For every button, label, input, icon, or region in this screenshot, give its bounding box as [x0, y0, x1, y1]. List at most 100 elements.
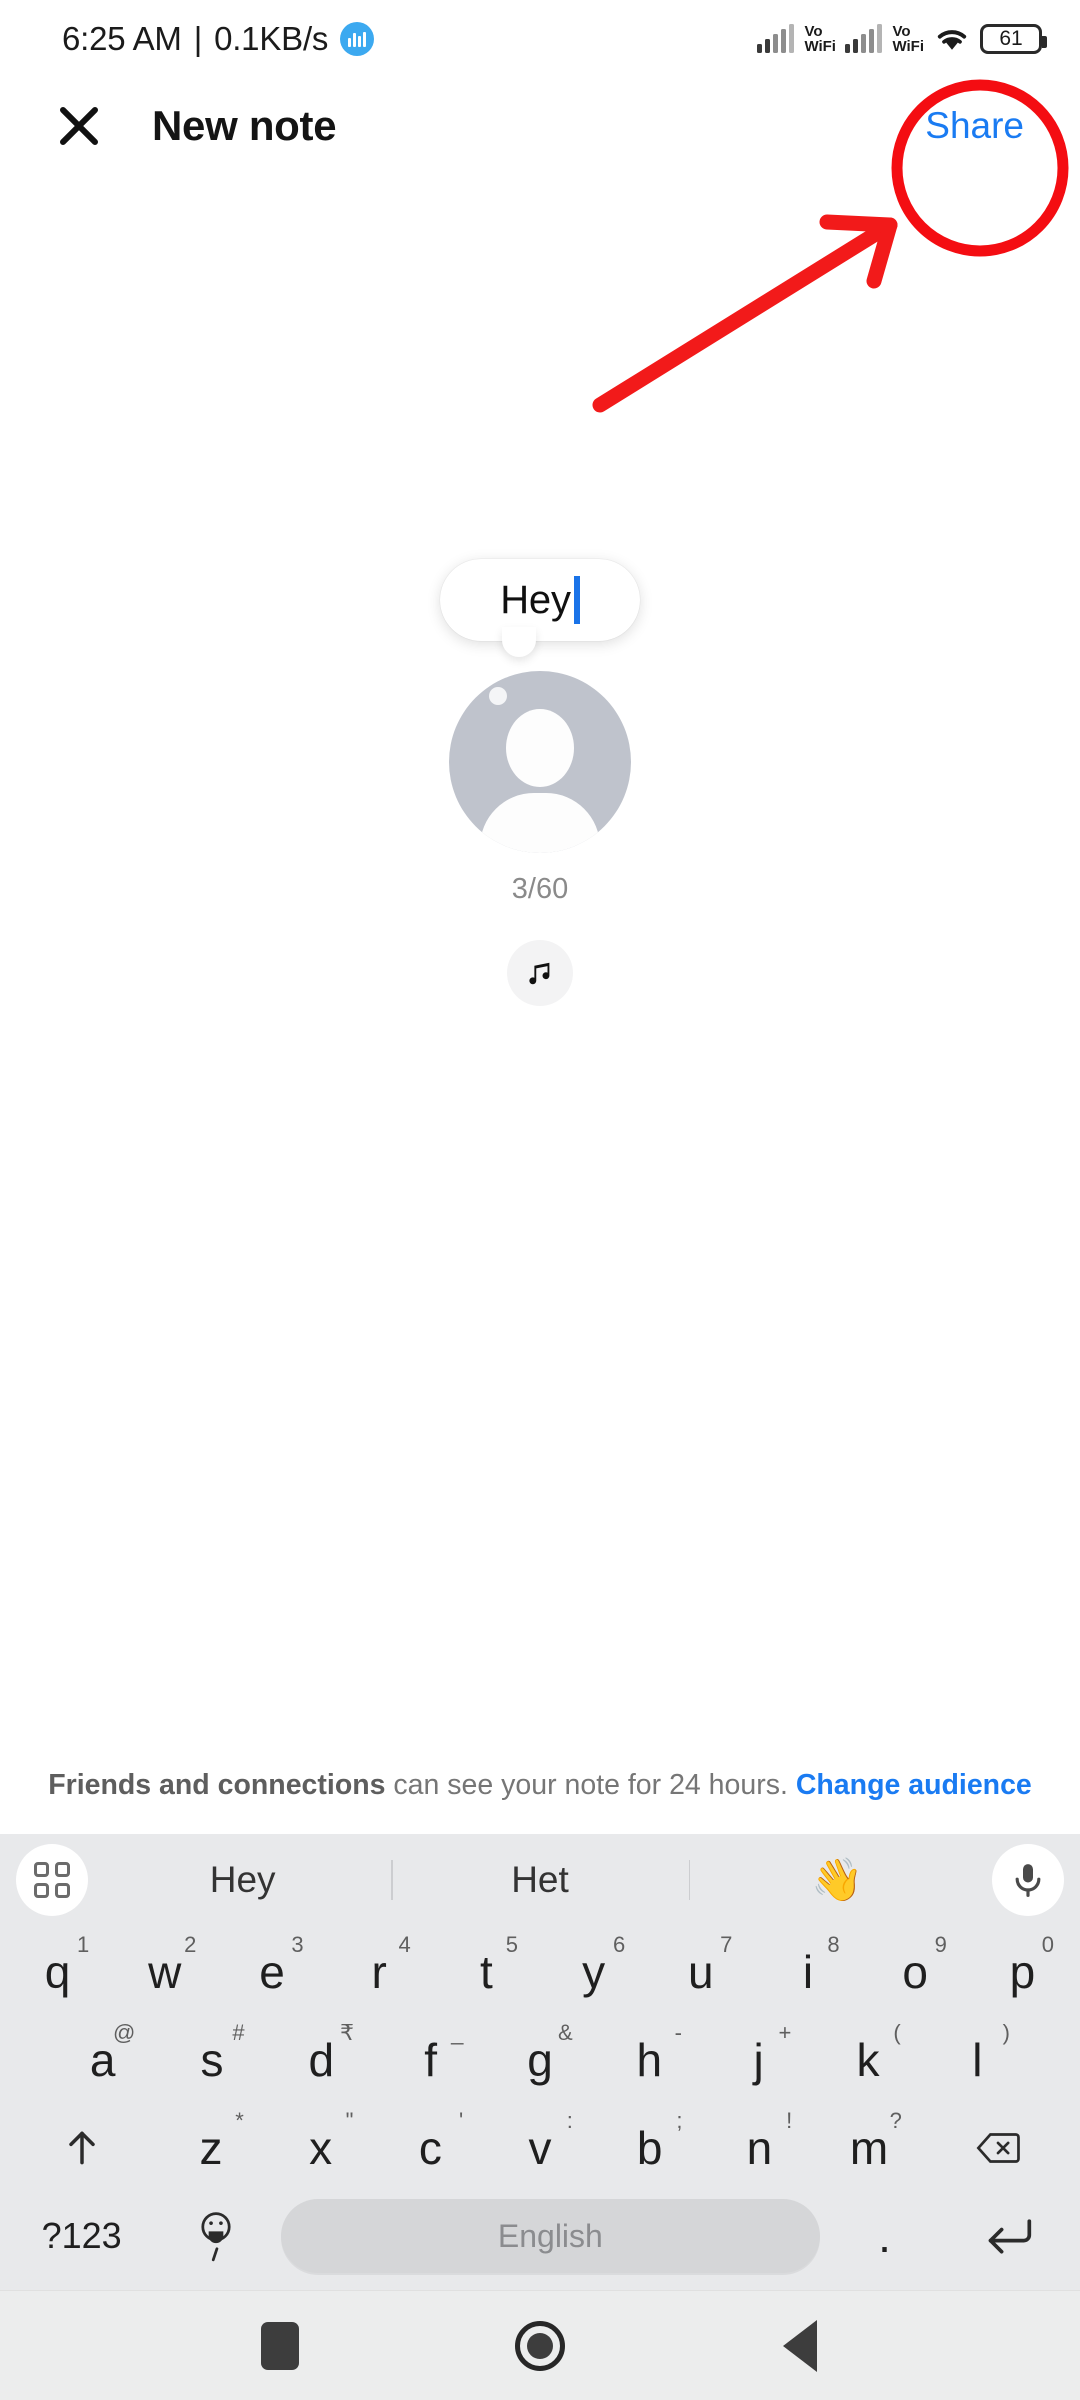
- change-audience-link[interactable]: Change audience: [796, 1769, 1032, 1801]
- enter-return-icon[interactable]: [941, 2192, 1076, 2280]
- key-alt-k: (: [893, 2020, 901, 2045]
- key-main-s: s: [200, 2034, 224, 2086]
- key-x[interactable]: " x: [266, 2104, 376, 2192]
- status-data-rate: 0.1KB/s: [214, 20, 329, 57]
- key-main-c: c: [418, 2122, 442, 2174]
- key-main-b: b: [636, 2122, 663, 2174]
- status-bar-right: Vo WiFi Vo WiFi 61: [756, 24, 1047, 54]
- key-h[interactable]: -h: [595, 2016, 704, 2104]
- key-alt-f: _: [451, 2020, 464, 2045]
- audience-description: can see your note for 24 hours.: [385, 1769, 796, 1801]
- key-alt-m: ?: [889, 2108, 902, 2133]
- backspace-icon[interactable]: [924, 2104, 1072, 2192]
- avatar-head: [506, 709, 574, 787]
- close-icon[interactable]: [52, 99, 106, 153]
- app-header: New note Share: [0, 78, 1080, 174]
- key-main-e: e: [259, 1946, 285, 1998]
- key-v[interactable]: :v: [485, 2104, 595, 2192]
- key-alt-d: ₹: [340, 2020, 354, 2045]
- suggestion-item-0[interactable]: Hey: [94, 1834, 391, 1926]
- key-main-f: f: [424, 2034, 438, 2086]
- note-input-bubble[interactable]: Hey: [440, 559, 640, 657]
- symbols-key[interactable]: ?123: [4, 2192, 159, 2280]
- key-main-p: p: [1009, 1946, 1036, 1998]
- home-circle-icon[interactable]: [495, 2301, 585, 2391]
- key-j[interactable]: + j: [704, 2016, 813, 2104]
- note-text: Hey: [500, 577, 571, 622]
- key-main-z: z: [199, 2122, 223, 2174]
- key-l[interactable]: ) l: [923, 2016, 1032, 2104]
- vowifi-line2-b: WiFi: [892, 38, 924, 55]
- key-q[interactable]: 1q: [4, 1928, 111, 2016]
- key-s[interactable]: # s: [157, 2016, 266, 2104]
- key-main-l: l: [972, 2034, 983, 2086]
- cellular-signal-icon: [756, 24, 795, 53]
- period-key-label: .: [878, 2210, 891, 2262]
- share-button[interactable]: Share: [915, 99, 1034, 153]
- key-alt-h: -: [674, 2020, 682, 2045]
- key-main-n: n: [746, 2122, 773, 2174]
- key-alt-e: 3: [291, 1932, 304, 1957]
- suggestion-item-1[interactable]: Het: [391, 1834, 688, 1926]
- key-a[interactable]: @ a: [48, 2016, 157, 2104]
- system-navigation-bar: [0, 2290, 1080, 2400]
- key-e[interactable]: 3e: [218, 1928, 325, 2016]
- key-alt-l: ): [1002, 2020, 1010, 2045]
- key-main-d: d: [308, 2034, 335, 2086]
- back-triangle-icon[interactable]: [755, 2301, 845, 2391]
- key-y[interactable]: 6y: [540, 1928, 647, 2016]
- text-caret: [573, 576, 580, 624]
- key-m[interactable]: ? m: [814, 2104, 924, 2192]
- key-w[interactable]: 2w: [111, 1928, 218, 2016]
- key-o[interactable]: 9o: [862, 1928, 969, 2016]
- suggestion-list: Hey Het 👋: [88, 1834, 992, 1926]
- key-alt-z: *: [235, 2108, 244, 2133]
- key-c[interactable]: ' c: [375, 2104, 485, 2192]
- key-main-g: g: [527, 2034, 553, 2086]
- key-r[interactable]: 4r: [326, 1928, 433, 2016]
- on-screen-keyboard: Hey Het 👋 1q 2w 3e 4r 5t 6y 7u 8i 9o 0p: [0, 1834, 1080, 2290]
- vowifi-label-1: Vo WiFi: [804, 24, 836, 54]
- status-bar-left: 6:25 AM | 0.1KB/s: [62, 20, 375, 58]
- shift-arrow-icon[interactable]: [8, 2104, 156, 2192]
- emoji-smiley-icon[interactable]: [159, 2192, 273, 2280]
- avatar-body: [480, 793, 600, 853]
- default-avatar-icon: [449, 671, 631, 853]
- key-b[interactable]: ; b: [595, 2104, 705, 2192]
- key-alt-y: 6: [612, 1932, 626, 1957]
- cellular-signal-icon-2: [844, 24, 883, 53]
- key-g[interactable]: & g: [485, 2016, 594, 2104]
- page-title: New note: [152, 102, 337, 149]
- key-alt-x: ": [345, 2108, 354, 2133]
- key-u[interactable]: 7u: [647, 1928, 754, 2016]
- suggestion-item-2[interactable]: 👋: [688, 1834, 986, 1926]
- key-main-q: q: [44, 1946, 71, 1998]
- key-main-y: y: [582, 1946, 606, 1998]
- key-alt-c: ': [458, 2108, 464, 2133]
- key-main-a: a: [89, 2034, 116, 2086]
- key-i[interactable]: 8i: [754, 1928, 861, 2016]
- key-alt-s: #: [232, 2020, 245, 2045]
- key-main-x: x: [309, 2122, 333, 2174]
- microphone-icon[interactable]: [992, 1844, 1064, 1916]
- key-f[interactable]: _ f: [376, 2016, 485, 2104]
- keyboard-suggestion-bar: Hey Het 👋: [0, 1834, 1080, 1926]
- key-p[interactable]: 0p: [969, 1928, 1076, 2016]
- key-z[interactable]: * z: [156, 2104, 266, 2192]
- keyboard-row-4: ?123 English .: [4, 2192, 1076, 2280]
- keyboard-row-3: * z " x ' c :v ; b ! n ? m: [4, 2104, 1076, 2192]
- key-n[interactable]: ! n: [705, 2104, 815, 2192]
- key-d[interactable]: ₹ d: [267, 2016, 376, 2104]
- key-alt-r: 4: [398, 1932, 411, 1957]
- audience-info-bar: Friends and connections can see your not…: [0, 1765, 1080, 1834]
- recents-square-icon[interactable]: [235, 2301, 325, 2391]
- key-t[interactable]: 5t: [433, 1928, 540, 2016]
- vowifi-label-2: Vo WiFi: [892, 24, 924, 54]
- music-note-icon[interactable]: [507, 940, 573, 1006]
- space-key-label: English: [497, 2217, 603, 2254]
- key-main-r: r: [371, 1946, 387, 1998]
- space-key[interactable]: English: [281, 2199, 820, 2273]
- period-key[interactable]: .: [828, 2192, 942, 2280]
- key-k[interactable]: (k: [813, 2016, 922, 2104]
- grid-menu-icon[interactable]: [16, 1844, 88, 1916]
